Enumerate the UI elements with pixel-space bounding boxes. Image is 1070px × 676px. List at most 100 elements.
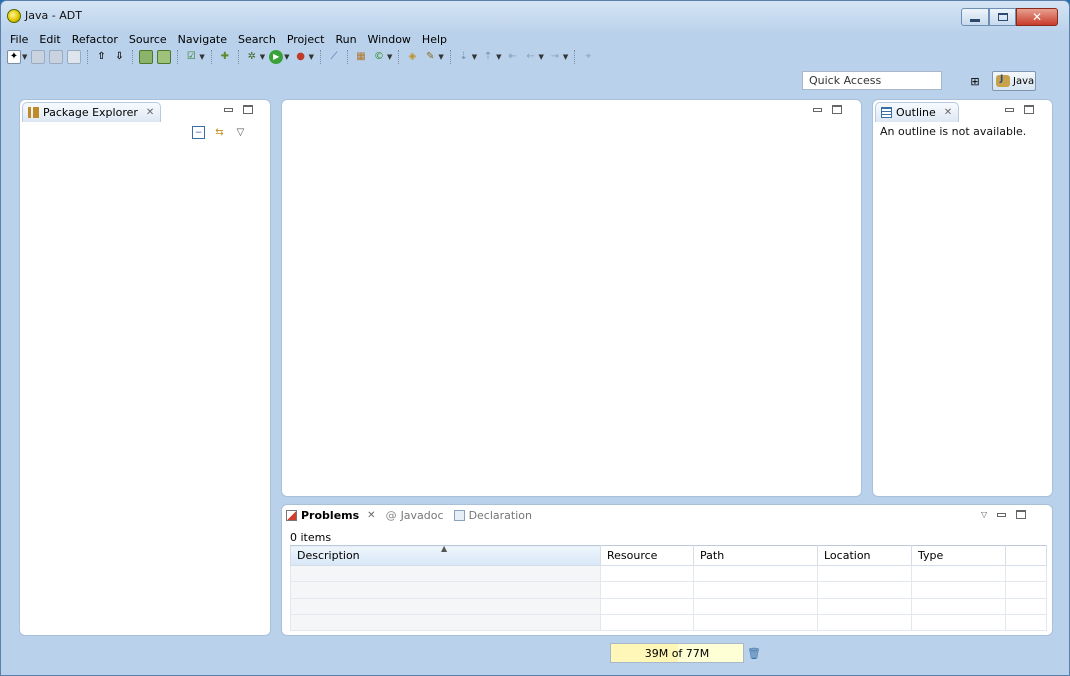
link-with-editor-icon[interactable]: ⇆	[213, 126, 226, 139]
menu-window[interactable]: Window	[363, 33, 417, 46]
toolbar-separator	[177, 50, 179, 64]
menu-search[interactable]: Search	[233, 33, 282, 46]
main-toolbar: ✦ ▼ ⇧ ⇩ ☑ ▼ ✚ ✲ ▼ ▶ ▼ ● ▼ ⟋ ▦ © ▼ ◈ ✎ ▼ …	[5, 48, 1065, 66]
view-menu-icon[interactable]: ▽	[981, 510, 987, 519]
column-resource[interactable]: Resource	[600, 545, 694, 566]
search-icon[interactable]: ✎	[423, 50, 437, 64]
debug-icon[interactable]: ✲	[245, 50, 259, 64]
lint-icon[interactable]: ☑	[184, 50, 198, 64]
external-tools-dropdown-icon[interactable]: ▼	[309, 53, 314, 61]
close-tab-icon[interactable]: ✕	[944, 107, 952, 118]
tab-declaration-label: Declaration	[468, 509, 532, 522]
minimize-view-icon[interactable]	[813, 107, 822, 112]
problems-table: ▲ Description Resource Path Location Type	[290, 544, 1047, 632]
view-menu-icon[interactable]: ▽	[234, 126, 247, 139]
toolbar-separator	[574, 50, 576, 64]
forward-dropdown-icon[interactable]: ▼	[563, 53, 568, 61]
prev-annotation-dropdown-icon[interactable]: ▼	[496, 53, 501, 61]
android-avd-manager-icon[interactable]	[157, 50, 172, 64]
toolbar-separator	[319, 50, 321, 64]
close-tab-icon[interactable]: ✕	[367, 510, 375, 521]
toolbar-separator	[237, 50, 239, 64]
minimize-view-icon[interactable]	[1005, 107, 1014, 112]
java-perspective-icon	[996, 74, 1010, 87]
heap-status[interactable]: 39M of 77M	[610, 643, 744, 663]
print-icon[interactable]	[67, 50, 82, 64]
skip-breakpoints-icon[interactable]: ⟋	[327, 50, 341, 64]
minimize-view-icon[interactable]	[997, 512, 1007, 517]
menu-refactor[interactable]: Refactor	[67, 33, 124, 46]
prev-annotation-icon[interactable]: ⇡	[481, 50, 495, 64]
pin-editor-icon[interactable]: ⌖	[581, 50, 595, 64]
back-icon[interactable]: ←	[524, 50, 538, 64]
column-path[interactable]: Path	[693, 545, 818, 566]
toolbar-separator	[398, 50, 400, 64]
heap-label: 39M of 77M	[644, 646, 710, 660]
next-annotation-icon[interactable]: ⇣	[457, 50, 471, 64]
last-edit-icon[interactable]: ⇤	[506, 50, 520, 64]
maximize-view-icon[interactable]	[1016, 510, 1027, 519]
maximize-view-icon[interactable]	[243, 105, 253, 114]
tab-package-explorer[interactable]: Package Explorer ✕	[22, 102, 162, 122]
garbage-collect-icon[interactable]: 🗑	[747, 645, 761, 661]
run-dropdown-icon[interactable]: ▼	[284, 53, 289, 61]
download-icon[interactable]: ⇩	[112, 50, 126, 64]
tab-javadoc[interactable]: @ Javadoc	[386, 509, 444, 522]
new-icon[interactable]: ✦	[7, 50, 21, 64]
editor-area[interactable]	[281, 99, 862, 497]
new-java-package-icon[interactable]: ▦	[354, 50, 368, 64]
save-all-icon[interactable]	[49, 50, 64, 64]
quick-access-input[interactable]: Quick Access	[802, 71, 942, 90]
tab-declaration[interactable]: Declaration	[453, 509, 532, 522]
new-java-class-icon[interactable]: ©	[372, 50, 386, 64]
view-controls	[224, 105, 253, 114]
external-tools-icon[interactable]: ●	[294, 50, 308, 64]
java-perspective-label: Java	[1013, 75, 1035, 87]
back-dropdown-icon[interactable]: ▼	[539, 53, 544, 61]
next-annotation-dropdown-icon[interactable]: ▼	[472, 53, 477, 61]
run-icon[interactable]: ▶	[269, 50, 284, 64]
debug-dropdown-icon[interactable]: ▼	[260, 53, 265, 61]
menu-project[interactable]: Project	[282, 33, 331, 46]
javadoc-icon: @	[385, 509, 397, 522]
outline-icon	[881, 107, 892, 118]
menu-source[interactable]: Source	[124, 33, 173, 46]
outline-view: Outline ✕ An outline is not available.	[872, 99, 1053, 497]
menu-edit[interactable]: Edit	[34, 33, 66, 46]
upload-icon[interactable]: ⇧	[94, 50, 108, 64]
menu-navigate[interactable]: Navigate	[173, 33, 233, 46]
close-tab-icon[interactable]: ✕	[146, 107, 154, 118]
minimize-view-icon[interactable]	[224, 107, 233, 112]
column-location[interactable]: Location	[817, 545, 912, 566]
new-class-dropdown-icon[interactable]: ▼	[387, 53, 392, 61]
toolbar-separator	[87, 50, 89, 64]
column-description[interactable]: ▲ Description	[290, 544, 601, 566]
close-icon: ✕	[1031, 10, 1043, 24]
save-icon[interactable]	[31, 50, 46, 64]
forward-icon[interactable]: →	[548, 50, 562, 64]
column-type[interactable]: Type	[911, 545, 1006, 566]
maximize-button[interactable]	[989, 8, 1016, 26]
collapse-all-icon[interactable]: −	[192, 126, 205, 139]
items-count: 0 items	[290, 531, 332, 544]
open-perspective-icon[interactable]: ⊞	[967, 73, 983, 89]
tab-outline[interactable]: Outline ✕	[875, 102, 960, 122]
toolbar-separator	[210, 50, 212, 64]
menu-help[interactable]: Help	[417, 33, 453, 46]
close-button[interactable]: ✕	[1016, 8, 1058, 26]
open-type-icon[interactable]: ◈	[405, 50, 419, 64]
tab-problems[interactable]: Problems ✕	[286, 509, 376, 522]
new-dropdown-icon[interactable]: ▼	[22, 53, 27, 61]
new-android-project-icon[interactable]: ✚	[218, 50, 232, 64]
outline-title: Outline	[896, 106, 936, 119]
menu-file[interactable]: File	[5, 33, 34, 46]
menu-run[interactable]: Run	[330, 33, 362, 46]
android-sdk-manager-icon[interactable]	[139, 50, 154, 64]
minimize-button[interactable]	[961, 8, 989, 26]
search-dropdown-icon[interactable]: ▼	[438, 53, 443, 61]
maximize-view-icon[interactable]	[832, 105, 842, 114]
title-bar: Java - ADT ✕	[1, 1, 1069, 31]
lint-dropdown-icon[interactable]: ▼	[199, 53, 204, 61]
maximize-view-icon[interactable]	[1024, 105, 1034, 114]
java-perspective-button[interactable]: Java	[992, 71, 1036, 91]
